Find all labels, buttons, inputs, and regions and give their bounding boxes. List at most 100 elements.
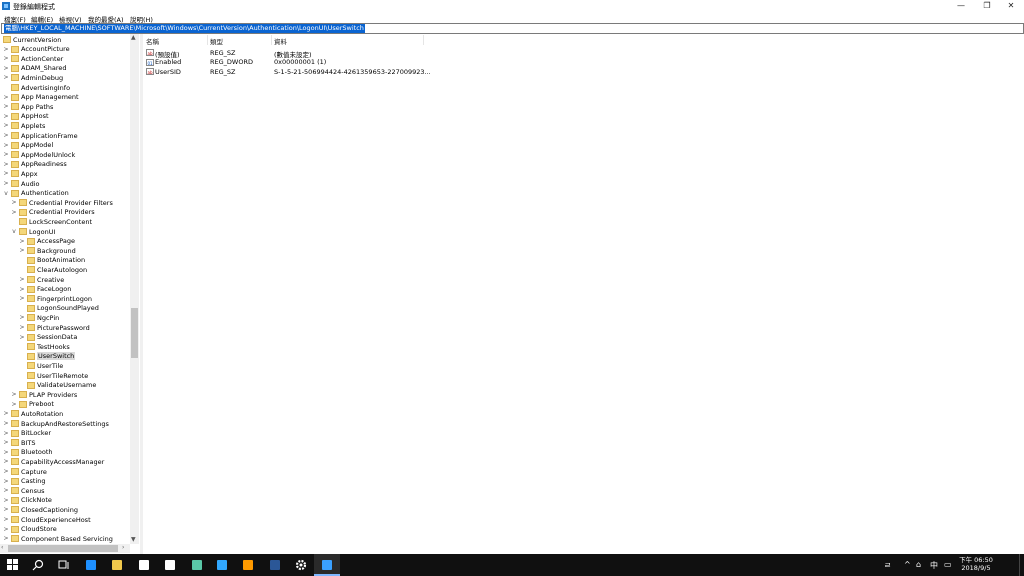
tree-node[interactable]: BootAnimation — [0, 256, 130, 266]
taskbar-button[interactable] — [288, 554, 314, 576]
tree-node[interactable]: > AutoRotation — [0, 409, 130, 419]
taskbar-button[interactable] — [51, 554, 77, 576]
expand-chevron-icon[interactable]: > — [3, 65, 9, 72]
tree-node[interactable]: > AppReadiness — [0, 160, 130, 170]
taskbar-button[interactable] — [157, 554, 183, 576]
tree-node[interactable]: > ClickNote — [0, 496, 130, 506]
taskbar-clock[interactable]: 下午 06:50 2018/9/5 — [956, 556, 996, 572]
tree-node[interactable]: > ADAM_Shared — [0, 64, 130, 74]
tree-node[interactable]: > PLAP Providers — [0, 390, 130, 400]
expand-chevron-icon[interactable]: > — [3, 516, 9, 523]
tree-node[interactable]: > CloudExperienceHost — [0, 515, 130, 525]
tree-node[interactable]: AdvertisingInfo — [0, 83, 130, 93]
column-divider[interactable] — [207, 35, 208, 45]
tree-vertical-scroll-thumb[interactable] — [131, 308, 138, 358]
tree-node[interactable]: > ApplicationFrame — [0, 131, 130, 141]
tree-node[interactable]: LockScreenContent — [0, 217, 130, 227]
tree-node[interactable]: > FaceLogon — [0, 285, 130, 295]
scroll-right-icon[interactable]: › — [122, 544, 124, 551]
expand-chevron-icon[interactable]: > — [3, 497, 9, 504]
column-divider[interactable] — [423, 35, 424, 45]
tree-node[interactable]: > PicturePassword — [0, 323, 130, 333]
tree-node[interactable]: v Authentication — [0, 189, 130, 199]
tree-node[interactable]: > NgcPin — [0, 313, 130, 323]
scroll-down-icon[interactable]: ▼ — [131, 536, 136, 543]
tree-node[interactable]: TestHooks — [0, 342, 130, 352]
expand-chevron-icon[interactable]: > — [3, 55, 9, 62]
value-row[interactable]: 01 Enabled REG_DWORD 0x00000001 (1) — [143, 58, 543, 68]
tree-node[interactable]: > Audio — [0, 179, 130, 189]
collapse-chevron-icon[interactable]: v — [3, 190, 9, 197]
tree-node[interactable]: > FingerprintLogon — [0, 294, 130, 304]
tree-node[interactable]: > SessionData — [0, 333, 130, 343]
taskbar-button[interactable] — [314, 554, 340, 576]
tree-node[interactable]: > AccessPage — [0, 237, 130, 247]
tree-horizontal-scroll-thumb[interactable] — [8, 545, 118, 552]
expand-chevron-icon[interactable]: > — [19, 314, 25, 321]
value-row[interactable]: ab (預設值) REG_SZ (數值未設定) — [143, 48, 543, 59]
values-pane[interactable]: 名稱 類型 資料 ab (預設值) REG_SZ (數值未設定) 01 Enab… — [143, 34, 1024, 554]
expand-chevron-icon[interactable]: > — [3, 420, 9, 427]
expand-chevron-icon[interactable]: > — [19, 324, 25, 331]
tree-node[interactable]: > Casting — [0, 477, 130, 487]
tree-node[interactable]: > AdminDebug — [0, 73, 130, 83]
expand-chevron-icon[interactable]: > — [3, 526, 9, 533]
expand-chevron-icon[interactable]: > — [3, 430, 9, 437]
expand-chevron-icon[interactable]: > — [3, 151, 9, 158]
expand-chevron-icon[interactable]: > — [19, 238, 25, 245]
network-icon[interactable]: ⌂ — [916, 560, 921, 569]
tree-node[interactable]: > App Management — [0, 93, 130, 103]
tree-node[interactable]: > AccountPicture — [0, 45, 130, 55]
tree-node[interactable]: > Credential Provider Filters — [0, 198, 130, 208]
column-divider[interactable] — [271, 35, 272, 45]
tree-node[interactable]: CurrentVersion — [0, 35, 130, 45]
show-desktop-button[interactable] — [1019, 554, 1024, 576]
expand-chevron-icon[interactable]: > — [3, 487, 9, 494]
tree-node[interactable]: > App Paths — [0, 102, 130, 112]
close-button[interactable]: ✕ — [998, 0, 1024, 12]
expand-chevron-icon[interactable]: > — [3, 94, 9, 101]
tree-node[interactable]: > Bluetooth — [0, 448, 130, 458]
expand-chevron-icon[interactable]: > — [3, 142, 9, 149]
expand-chevron-icon[interactable]: > — [3, 103, 9, 110]
tree-node[interactable]: > AppHost — [0, 112, 130, 122]
tree-node[interactable]: UserSwitch — [0, 352, 130, 362]
expand-chevron-icon[interactable]: > — [3, 46, 9, 53]
expand-chevron-icon[interactable]: > — [3, 535, 9, 542]
tree-node[interactable]: > Credential Providers — [0, 208, 130, 218]
tree-node[interactable]: > AppModel — [0, 141, 130, 151]
scroll-left-icon[interactable]: ‹ — [1, 544, 3, 551]
expand-chevron-icon[interactable]: > — [3, 439, 9, 446]
key-tree-pane[interactable]: CurrentVersion > AccountPicture > ActionCent… — [0, 34, 140, 554]
tree-node[interactable]: > ClosedCaptioning — [0, 505, 130, 515]
taskbar-button[interactable] — [78, 554, 104, 576]
tree-node[interactable]: LogonSoundPlayed — [0, 304, 130, 314]
expand-chevron-icon[interactable]: > — [11, 401, 17, 408]
tree-node[interactable]: > AppModelUnlock — [0, 150, 130, 160]
expand-chevron-icon[interactable]: > — [3, 478, 9, 485]
tree-node[interactable]: UserTile — [0, 361, 130, 371]
tree-node[interactable]: > BitLocker — [0, 429, 130, 439]
expand-chevron-icon[interactable]: > — [3, 74, 9, 81]
column-header-type[interactable]: 類型 — [210, 36, 223, 46]
expand-chevron-icon[interactable]: > — [3, 170, 9, 177]
tree-node[interactable]: > BackupAndRestoreSettings — [0, 419, 130, 429]
address-path[interactable]: 電腦\HKEY_LOCAL_MACHINE\SOFTWARE\Microsoft… — [4, 24, 365, 33]
expand-chevron-icon[interactable]: > — [3, 113, 9, 120]
tree-node[interactable]: > Appx — [0, 169, 130, 179]
ime-icon[interactable]: ㄹ — [884, 560, 891, 571]
expand-chevron-icon[interactable]: > — [3, 122, 9, 129]
tree-node[interactable]: > BITS — [0, 438, 130, 448]
tree-node[interactable]: > Preboot — [0, 400, 130, 410]
taskbar-button[interactable] — [235, 554, 261, 576]
expand-chevron-icon[interactable]: > — [3, 410, 9, 417]
taskbar-button[interactable] — [209, 554, 235, 576]
maximize-button[interactable]: ❐ — [974, 0, 1000, 12]
tree-node[interactable]: > Capture — [0, 467, 130, 477]
taskbar-button[interactable] — [0, 554, 26, 576]
expand-chevron-icon[interactable]: > — [11, 199, 17, 206]
taskbar-button[interactable] — [184, 554, 210, 576]
keyboard-icon[interactable]: ▭ — [944, 560, 952, 569]
tree-node[interactable]: > Creative — [0, 275, 130, 285]
tree-node[interactable]: UserTileRemote — [0, 371, 130, 381]
